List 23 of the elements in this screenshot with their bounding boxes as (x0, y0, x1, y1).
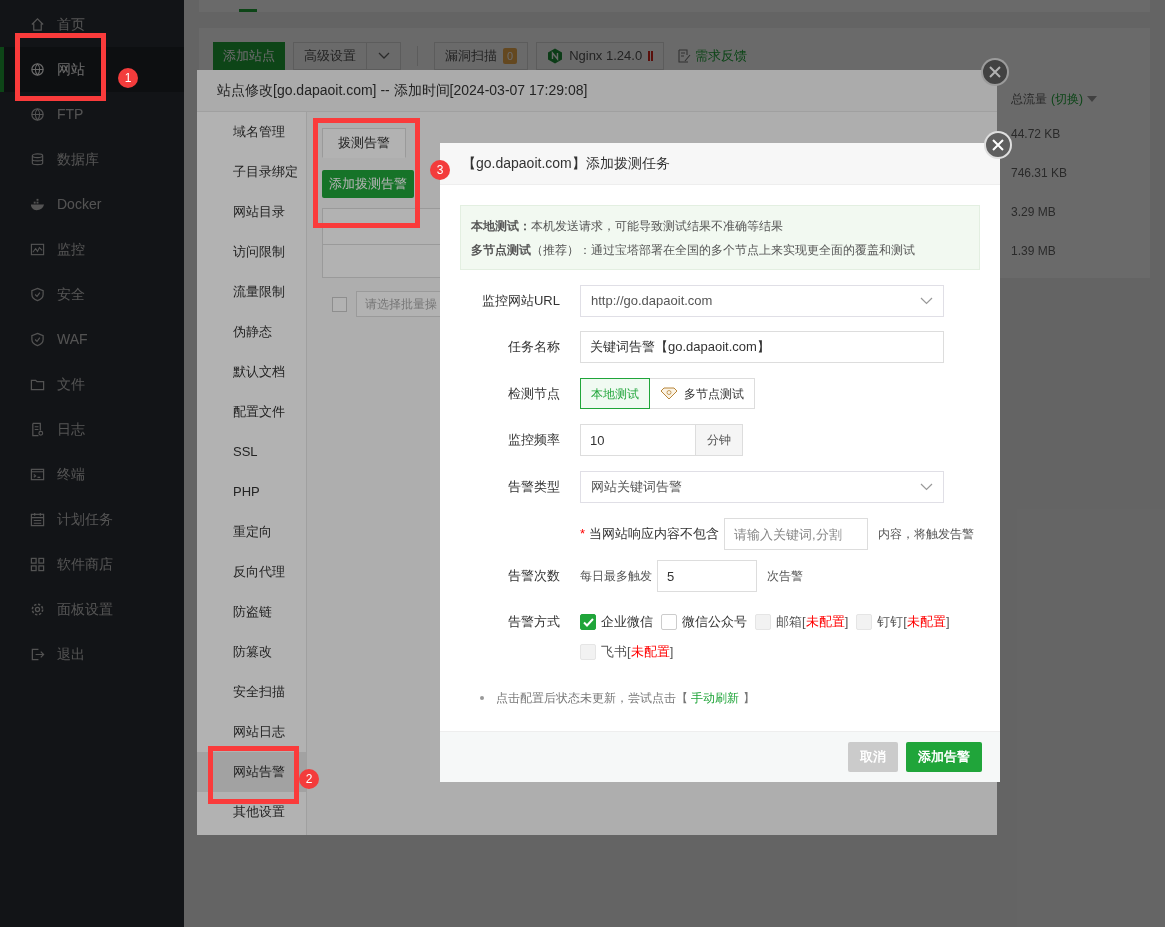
field-suffix: 内容，将触发告警 (878, 526, 975, 543)
info-text: 多节点测试（推荐）：通过宝塔部署在全国的多个节点上来实现更全面的覆盖和测试 (471, 241, 916, 259)
count-badge: 0 (503, 47, 518, 65)
table-cell-text: 3.29 MB (1011, 203, 1056, 221)
field-prefix: 每日最多触发 (580, 568, 652, 585)
field-suffix: 次告警 (767, 568, 803, 585)
field-label: 监控频率 (508, 432, 560, 448)
table-cell-text: 746.31 KB (1011, 164, 1068, 182)
field-label: 检测节点 (508, 385, 560, 401)
dialog-title: 站点修改[go.dapaoit.com] -- 添加时间[2024-03-07 17:29:08] (217, 81, 588, 100)
required-mark: * (580, 525, 586, 544)
info-text: 本地测试：本机发送请求，可能导致测试结果不准确等结果 (471, 217, 784, 235)
unit-addon: 分钟 (696, 424, 743, 456)
table-cell-text: 1.39 MB (1011, 242, 1056, 260)
field-label: 当网站响应内容不包含 (589, 525, 720, 544)
field-label: 告警类型 (508, 479, 560, 495)
field-label: 告警次数 (508, 568, 560, 584)
hint-text: 点击配置后状态未更新，尝试点击【 手动刷新 】 (496, 690, 755, 707)
field-label: 监控网站URL (482, 293, 560, 309)
field-label: 任务名称 (508, 339, 560, 355)
dialog-title: 【go.dapaoit.com】添加拨测任务 (462, 154, 670, 173)
field-label: 告警方式 (508, 614, 560, 629)
table-cell-text: 44.72 KB (1011, 125, 1061, 143)
